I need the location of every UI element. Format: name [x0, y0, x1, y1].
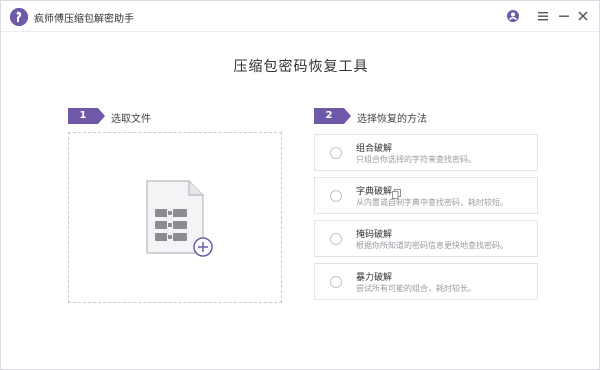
method-description: 根据你所知道的密码信息更快地查找密码。 [356, 241, 508, 250]
method-title: 字典破解 [356, 187, 393, 197]
method-description: 只组合你选择的字符来查找密码。 [356, 155, 476, 164]
step-label: 选择恢复的方法 [357, 114, 427, 125]
page-heading: 压缩包密码恢复工具 [233, 59, 369, 75]
menu-icon[interactable] [534, 7, 552, 25]
minimize-icon[interactable] [555, 7, 573, 25]
step-number: 1 [68, 108, 98, 124]
step-label: 选取文件 [111, 114, 151, 125]
method-title: 掩码破解 [356, 230, 393, 240]
method-description: 尝试所有可能的组合，耗时较长。 [356, 284, 476, 293]
method-title: 组合破解 [356, 144, 393, 154]
method-option-brute-force[interactable]: 暴力破解 尝试所有可能的组合，耗时较长。 [314, 263, 538, 300]
close-icon[interactable] [574, 7, 592, 25]
file-drop-zone[interactable] [68, 132, 282, 303]
radio-button[interactable] [330, 147, 342, 159]
step-number: 2 [314, 108, 344, 124]
step-arrow [98, 108, 105, 124]
add-circle-icon[interactable] [193, 237, 213, 257]
app-title: 疯师傅压缩包解密助手 [34, 14, 134, 25]
radio-button[interactable] [330, 276, 342, 288]
user-icon[interactable] [504, 7, 522, 25]
step-arrow [344, 108, 351, 124]
title-bar: 疯师傅压缩包解密助手 [1, 1, 599, 32]
copy-icon[interactable] [392, 184, 401, 199]
method-description: 从内置或自制字典中查找密码，耗时较短。 [356, 198, 508, 207]
method-title: 暴力破解 [356, 273, 393, 283]
method-option-mask[interactable]: 掩码破解 根据你所知道的密码信息更快地查找密码。 [314, 220, 538, 257]
app-window: 疯师傅压缩包解密助手 压缩包密码恢复工具 1 选取文件 2 选择恢复的方法 组合… [0, 0, 600, 370]
radio-button[interactable] [330, 233, 342, 245]
archive-file-icon [145, 179, 215, 257]
method-option-combination[interactable]: 组合破解 只组合你选择的字符来查找密码。 [314, 134, 538, 171]
method-option-dictionary[interactable]: 字典破解 从内置或自制字典中查找密码，耗时较短。 [314, 177, 538, 214]
radio-button[interactable] [330, 190, 342, 202]
app-logo-icon [10, 8, 28, 26]
